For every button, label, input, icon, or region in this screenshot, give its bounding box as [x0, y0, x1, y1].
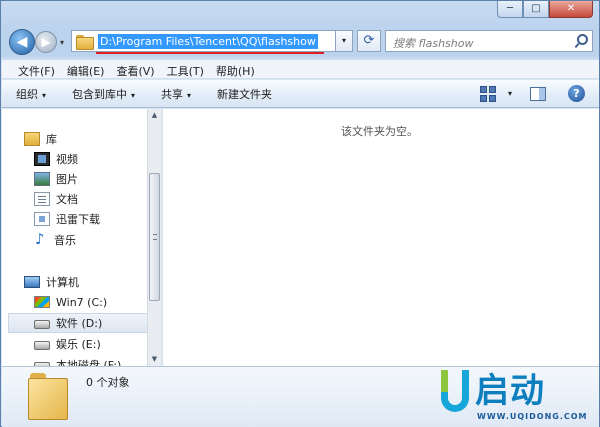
include-in-library-button[interactable]: 包含到库中 ▾: [72, 86, 135, 102]
search-placeholder: 搜索 flashshow: [393, 37, 474, 50]
tree-item-xunlei[interactable]: 迅雷下载: [34, 209, 147, 229]
change-view-icon[interactable]: [479, 85, 496, 102]
tree-item-drive-c[interactable]: Win7 (C:): [34, 292, 147, 312]
view-controls: ▾ ?: [479, 85, 585, 102]
empty-folder-message: 该文件夹为空。: [341, 125, 418, 138]
scroll-up-button[interactable]: ▲: [148, 109, 161, 122]
tree-label: Win7 (C:): [56, 295, 108, 309]
organize-label: 组织: [16, 87, 38, 101]
drive-icon: [34, 341, 50, 350]
explorer-window: ─ □ ✕ ◀ ▶ ▾ D:\Program Files\Tencent\QQ\…: [0, 0, 600, 427]
tree-item-videos[interactable]: 视频: [34, 149, 147, 169]
watermark-logo: 启动 WWW.UQIDONG.COM: [439, 370, 591, 425]
tree-label: 图片: [56, 173, 78, 186]
address-path[interactable]: D:\Program Files\Tencent\QQ\flashshow: [96, 33, 324, 54]
red-underline-annotation: [96, 51, 324, 54]
tree-item-computer[interactable]: 计算机: [24, 272, 147, 292]
scroll-thumb[interactable]: [149, 173, 160, 301]
recent-pages-dropdown[interactable]: ▾: [60, 38, 64, 47]
music-icon: [34, 230, 48, 248]
video-icon: [34, 152, 50, 166]
organize-button[interactable]: 组织 ▾: [16, 86, 46, 102]
chevron-down-icon: ▾: [42, 90, 47, 100]
item-count: 0 个对象: [86, 376, 130, 389]
document-icon: [34, 192, 50, 206]
address-path-text: D:\Program Files\Tencent\QQ\flashshow: [100, 34, 316, 48]
command-bar: 组织 ▾ 包含到库中 ▾ 共享 ▾ 新建文件夹 ▾ ?: [2, 80, 599, 108]
forward-button[interactable]: ▶: [35, 31, 57, 53]
back-button[interactable]: ◀: [9, 29, 35, 55]
share-label: 共享: [161, 87, 184, 101]
preview-pane-icon[interactable]: [530, 86, 546, 101]
minimize-button[interactable]: ─: [497, 1, 523, 18]
scroll-down-button[interactable]: ▼: [148, 353, 161, 366]
search-box[interactable]: 搜索 flashshow: [385, 30, 593, 52]
tree-item-pictures[interactable]: 图片: [34, 169, 147, 189]
share-button[interactable]: 共享 ▾: [161, 86, 191, 102]
refresh-button[interactable]: ⟳: [357, 30, 381, 52]
help-icon[interactable]: ?: [568, 85, 585, 102]
folder-icon: [76, 34, 94, 50]
tree-label: 文档: [56, 193, 78, 206]
maximize-button[interactable]: □: [523, 1, 549, 18]
chevron-down-icon: ▾: [187, 90, 192, 100]
tree-label: 软件 (D:): [56, 317, 103, 330]
logo-brand: 启动: [475, 371, 545, 411]
file-list-area[interactable]: 该文件夹为空。: [162, 109, 599, 366]
drive-icon: [34, 320, 50, 329]
caption-buttons: ─ □ ✕: [497, 1, 593, 18]
logo-url: WWW.UQIDONG.COM: [477, 412, 588, 421]
tree-label: 音乐: [54, 234, 76, 247]
tree-item-music[interactable]: 音乐: [34, 230, 147, 250]
new-folder-label: 新建文件夹: [217, 87, 273, 101]
include-label: 包含到库中: [72, 87, 128, 101]
download-icon: [34, 212, 50, 226]
library-icon: [24, 132, 40, 146]
picture-icon: [34, 172, 50, 186]
menu-help[interactable]: 帮助(H): [210, 60, 261, 78]
tree-label: 计算机: [46, 276, 79, 289]
navigation-pane: 库 视频 图片 文档 迅雷下载 音乐 计算机 Win7 (C:): [2, 109, 147, 366]
tree-label: 迅雷下载: [56, 213, 100, 226]
windows-drive-icon: [34, 296, 50, 308]
tree-label: 本地磁盘 (F:): [56, 359, 122, 366]
tree-label: 库: [46, 133, 57, 146]
tree-item-drive-d[interactable]: 软件 (D:): [8, 313, 147, 333]
close-button[interactable]: ✕: [549, 1, 593, 18]
tree-label: 娱乐 (E:): [56, 338, 101, 351]
address-dropdown-button[interactable]: ▾: [335, 30, 353, 52]
navigation-bar: ◀ ▶ ▾ D:\Program Files\Tencent\QQ\flashs…: [9, 29, 593, 57]
view-options-dropdown[interactable]: ▾: [508, 89, 512, 98]
tree-item-drive-f[interactable]: 本地磁盘 (F:): [34, 355, 147, 366]
menu-bar: 文件(F) 编辑(E) 查看(V) 工具(T) 帮助(H): [2, 60, 599, 79]
tree-item-documents[interactable]: 文档: [34, 189, 147, 209]
menu-view[interactable]: 查看(V): [110, 60, 160, 78]
u-logo-icon: [441, 370, 469, 412]
menu-edit[interactable]: 编辑(E): [61, 60, 111, 78]
new-folder-button[interactable]: 新建文件夹: [217, 86, 272, 102]
grip-icon: [153, 234, 157, 240]
tree-item-libraries[interactable]: 库: [24, 129, 147, 149]
computer-icon: [24, 276, 40, 288]
menu-file[interactable]: 文件(F): [12, 60, 61, 78]
tree-item-drive-e[interactable]: 娱乐 (E:): [34, 334, 147, 354]
tree-label: 视频: [56, 153, 78, 166]
nav-scrollbar[interactable]: ▲ ▼: [147, 109, 161, 366]
chevron-down-icon: ▾: [131, 90, 136, 100]
folder-icon: [26, 373, 68, 420]
search-icon[interactable]: [575, 34, 588, 48]
address-bar[interactable]: D:\Program Files\Tencent\QQ\flashshow: [71, 30, 353, 54]
menu-tools[interactable]: 工具(T): [161, 60, 210, 78]
